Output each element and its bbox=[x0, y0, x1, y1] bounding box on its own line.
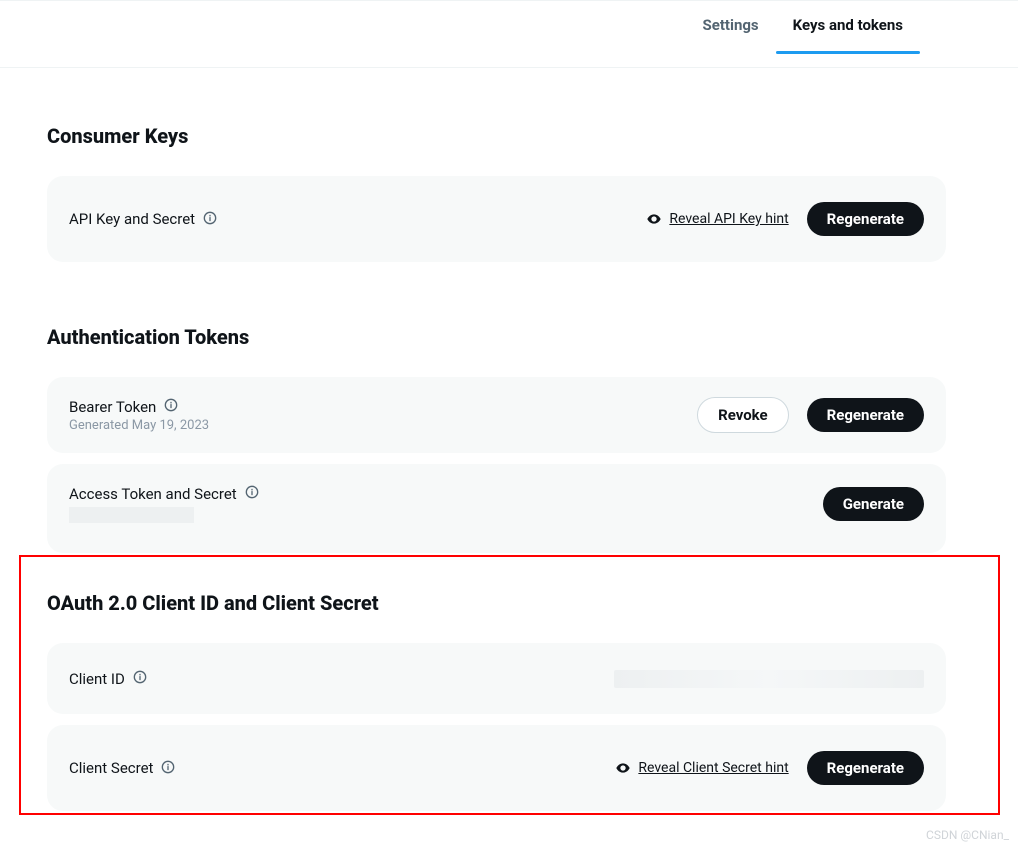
section-title-auth-tokens: Authentication Tokens bbox=[47, 325, 946, 349]
reveal-api-key-hint-link[interactable]: Reveal API Key hint bbox=[669, 211, 788, 227]
watermark: CSDN @CNian_ bbox=[926, 828, 1009, 842]
section-title-consumer-keys: Consumer Keys bbox=[47, 124, 946, 148]
eye-icon bbox=[615, 760, 631, 776]
client-id-card: Client ID bbox=[47, 643, 946, 714]
redacted-value bbox=[69, 507, 194, 523]
client-secret-card: Client Secret Reveal Client Secret hint … bbox=[47, 725, 946, 811]
bearer-token-generated-date: Generated May 19, 2023 bbox=[69, 418, 209, 433]
revoke-bearer-button[interactable]: Revoke bbox=[697, 397, 789, 433]
api-key-secret-card: API Key and Secret Reveal API Key hint R… bbox=[47, 176, 946, 262]
info-icon[interactable] bbox=[133, 669, 147, 688]
section-title-oauth: OAuth 2.0 Client ID and Client Secret bbox=[47, 591, 946, 615]
client-id-label: Client ID bbox=[69, 670, 125, 688]
info-icon[interactable] bbox=[161, 759, 175, 778]
regenerate-api-key-button[interactable]: Regenerate bbox=[807, 202, 924, 236]
tab-keys-and-tokens[interactable]: Keys and tokens bbox=[776, 3, 920, 53]
info-icon[interactable] bbox=[164, 397, 178, 416]
access-token-card: Access Token and Secret Generate bbox=[47, 464, 946, 553]
tab-settings[interactable]: Settings bbox=[685, 3, 775, 53]
client-id-value-redacted bbox=[614, 670, 924, 688]
regenerate-client-secret-button[interactable]: Regenerate bbox=[807, 751, 924, 785]
info-icon[interactable] bbox=[245, 484, 259, 503]
bearer-token-label: Bearer Token bbox=[69, 398, 156, 416]
eye-icon bbox=[646, 211, 662, 227]
generate-access-token-button[interactable]: Generate bbox=[823, 487, 924, 521]
tabs-bar: Settings Keys and tokens bbox=[0, 1, 1018, 68]
api-key-secret-label: API Key and Secret bbox=[69, 210, 195, 228]
client-secret-label: Client Secret bbox=[69, 759, 153, 777]
info-icon[interactable] bbox=[203, 210, 217, 229]
regenerate-bearer-button[interactable]: Regenerate bbox=[807, 398, 924, 432]
bearer-token-card: Bearer Token Generated May 19, 2023 Revo… bbox=[47, 377, 946, 453]
access-token-label: Access Token and Secret bbox=[69, 485, 237, 503]
reveal-client-secret-hint-link[interactable]: Reveal Client Secret hint bbox=[638, 760, 788, 776]
